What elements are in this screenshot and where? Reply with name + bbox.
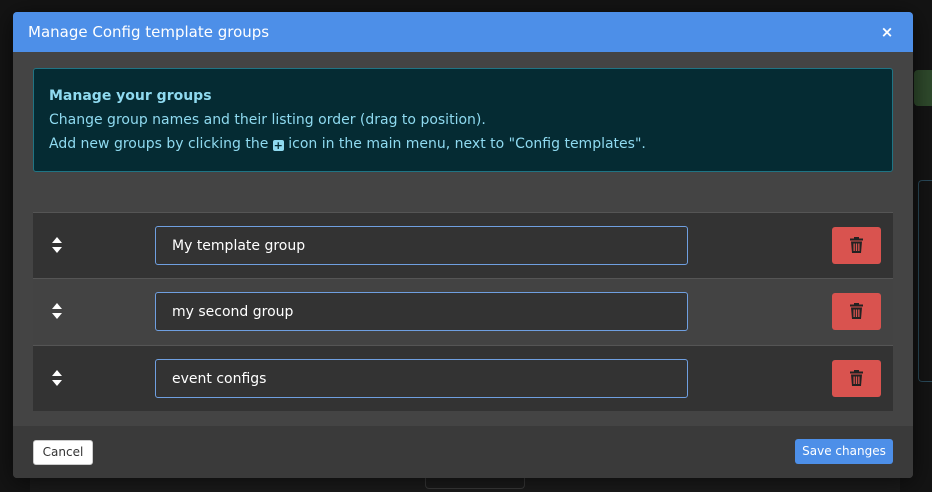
background-tab-edge xyxy=(914,70,932,106)
modal-header: Manage Config template groups × xyxy=(13,12,913,52)
delete-group-button[interactable] xyxy=(832,360,881,397)
info-line-2-end: icon in the main menu, next to "Config t… xyxy=(283,136,646,152)
modal-footer: Cancel Save changes xyxy=(13,426,913,478)
group-row xyxy=(33,278,893,344)
delete-group-button[interactable] xyxy=(832,227,881,264)
info-line-2: Add new groups by clicking the + icon in… xyxy=(49,136,646,152)
plus-square-icon: + xyxy=(272,139,284,152)
group-row xyxy=(33,345,893,411)
background-button-edge xyxy=(425,478,525,489)
modal-title: Manage Config template groups xyxy=(28,23,270,41)
delete-group-button[interactable] xyxy=(832,293,881,330)
close-icon[interactable]: × xyxy=(877,22,897,42)
sort-icon[interactable] xyxy=(49,302,65,320)
group-name-input[interactable] xyxy=(155,359,688,398)
sort-icon[interactable] xyxy=(49,236,65,254)
trash-icon xyxy=(850,303,863,319)
save-changes-button[interactable]: Save changes xyxy=(795,439,893,464)
group-row xyxy=(33,212,893,278)
group-name-input[interactable] xyxy=(155,292,688,331)
trash-icon xyxy=(850,237,863,253)
info-line-1: Change group names and their listing ord… xyxy=(49,112,486,128)
sort-icon[interactable] xyxy=(49,369,65,387)
manage-groups-modal: Manage Config template groups × Manage y… xyxy=(13,12,913,478)
group-name-input[interactable] xyxy=(155,226,688,265)
info-line-2-start: Add new groups by clicking the xyxy=(49,136,273,152)
info-alert: Manage your groups Change group names an… xyxy=(33,68,893,172)
cancel-button[interactable]: Cancel xyxy=(33,440,93,465)
background-panel-edge xyxy=(918,180,932,382)
trash-icon xyxy=(850,370,863,386)
info-title: Manage your groups xyxy=(49,88,212,104)
